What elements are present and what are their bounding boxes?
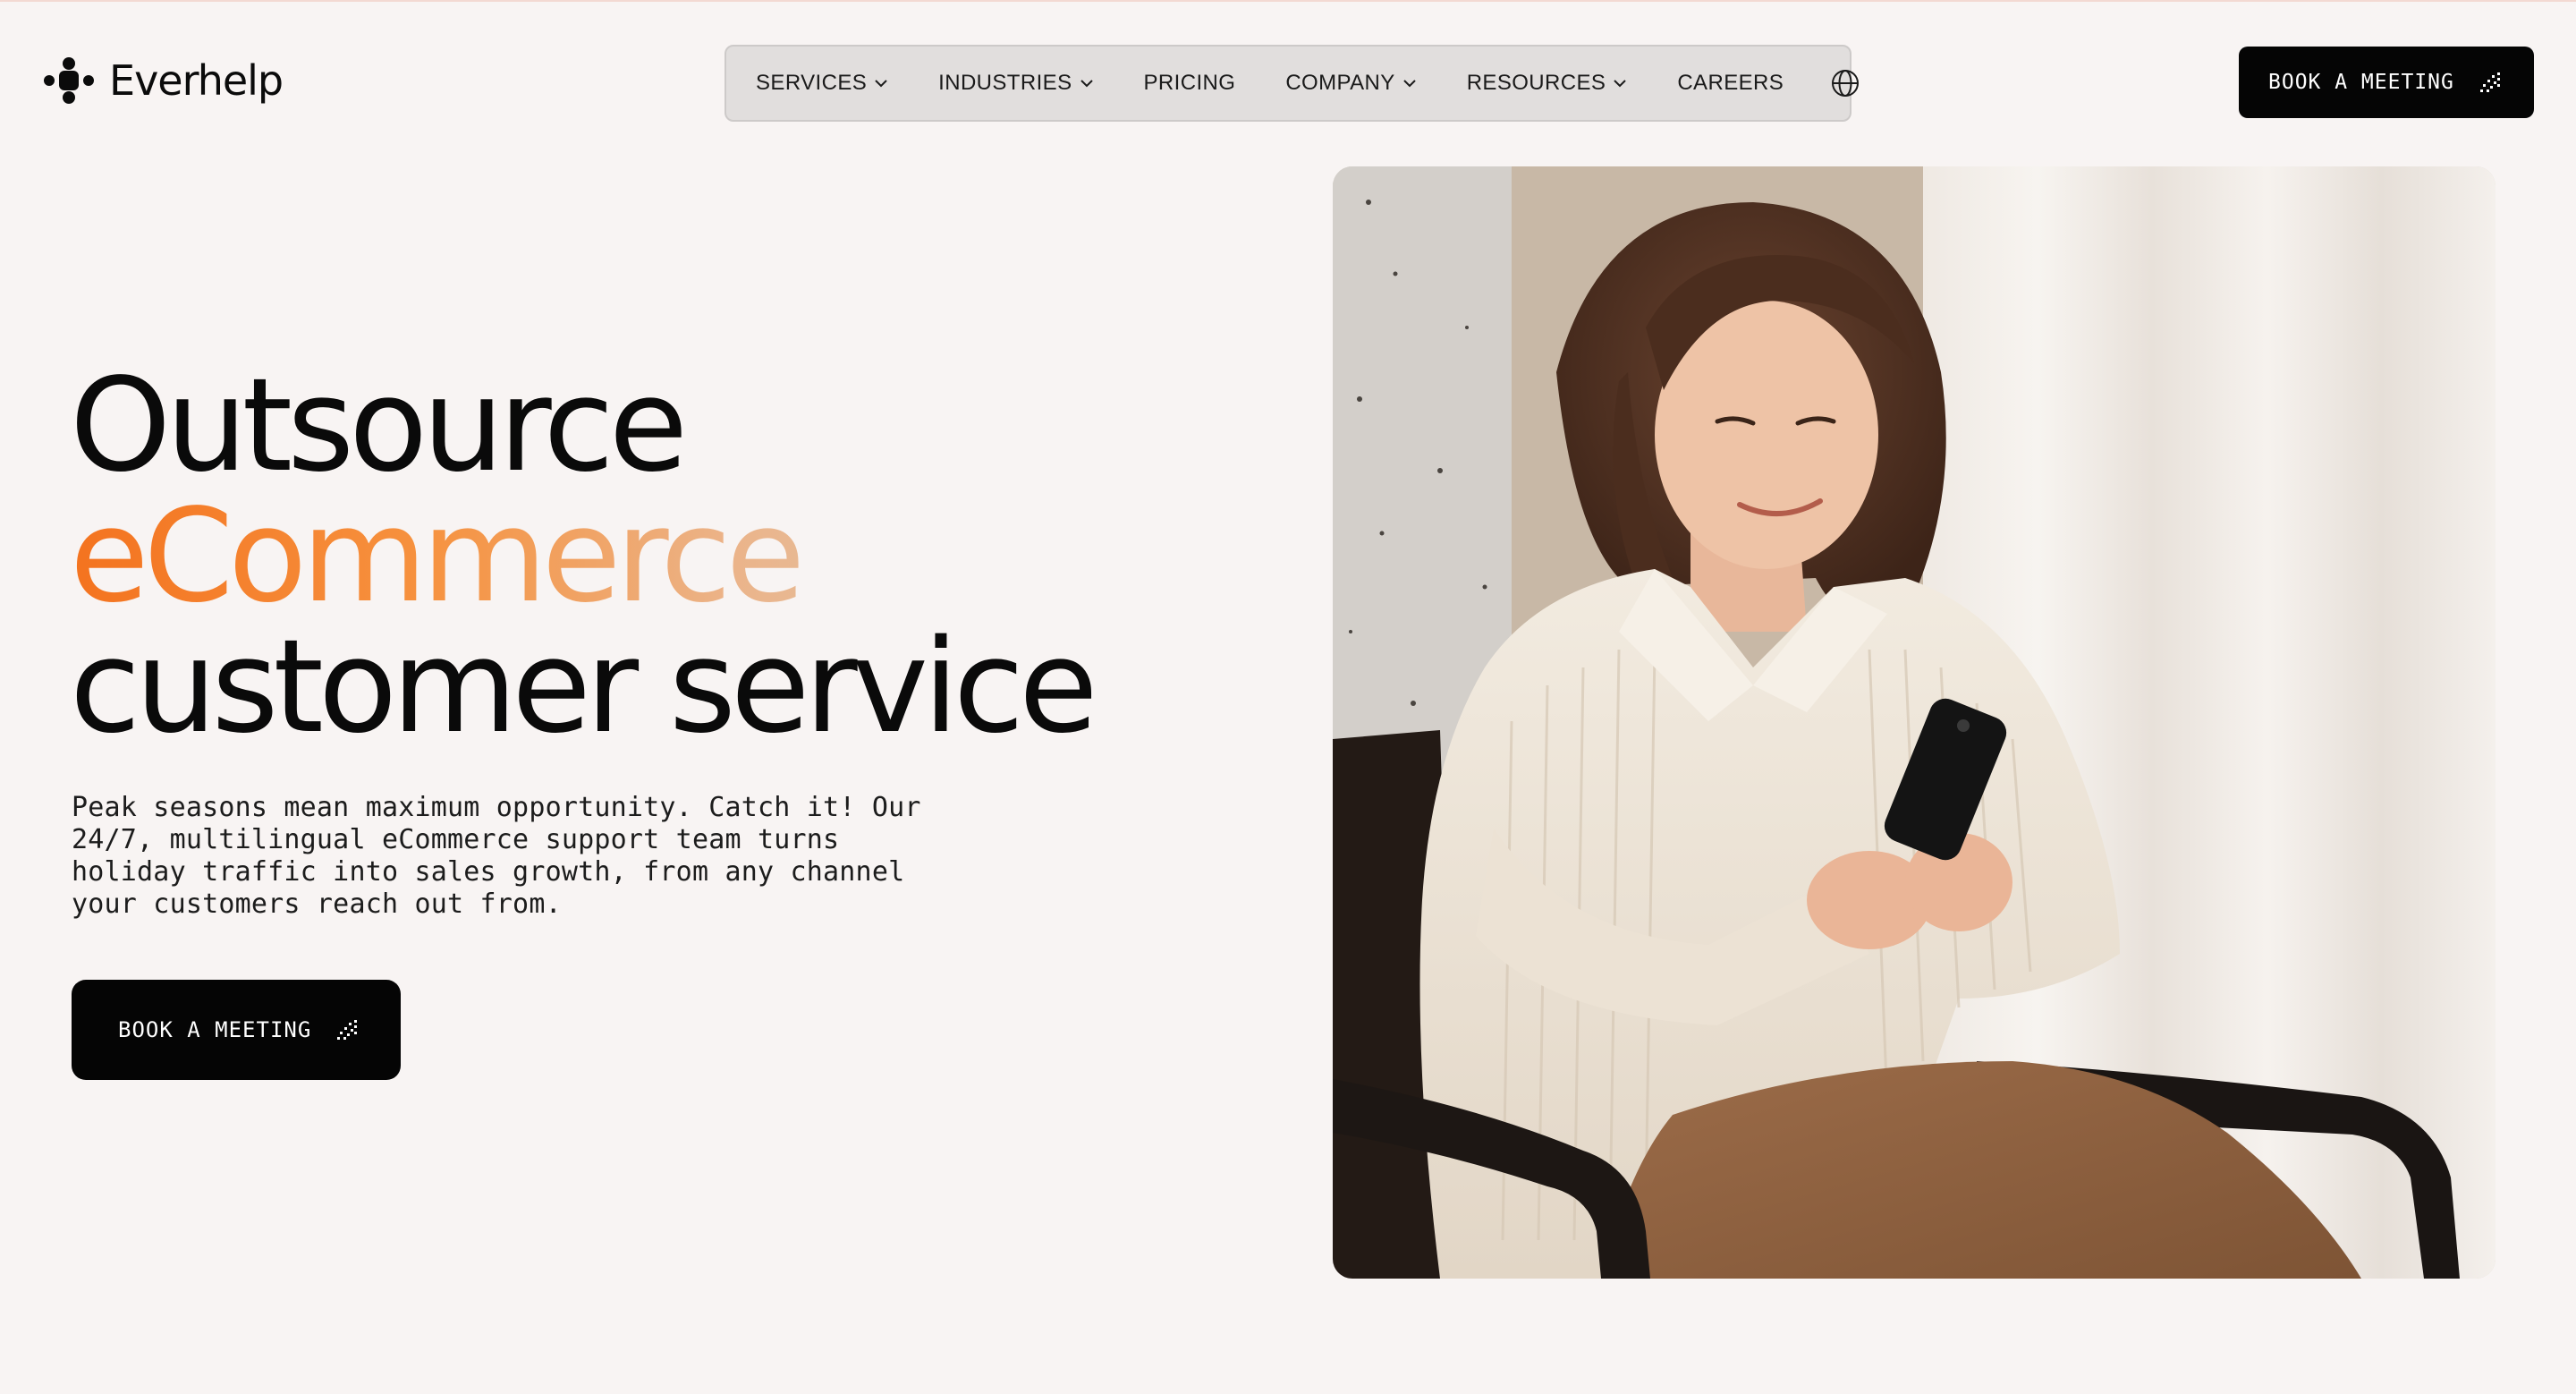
subcopy-line: your customers reach out from. [72,888,562,920]
nav-item-services[interactable]: SERVICES [756,71,888,96]
main-nav: SERVICES INDUSTRIES PRICING COMPANY RESO… [724,45,1860,122]
chevron-down-icon [875,80,887,88]
nav-item-label: CAREERS [1677,71,1784,95]
landing-page: Everhelp SERVICES INDUSTRIES PRICING COM… [0,0,2576,1394]
globe-icon [1832,70,1860,97]
brand-name: Everhelp [109,56,284,105]
nav-item-resources[interactable]: RESOURCES [1467,71,1628,96]
nav-item-label: SERVICES [756,71,868,95]
subcopy-line: holiday traffic into sales growth, from … [72,856,905,888]
subcopy-line: 24/7, multilingual eCommerce support tea… [72,824,840,855]
hero-photo [1333,166,2496,1279]
sparkle-icon [337,1020,358,1040]
nav-item-pricing[interactable]: PRICING [1144,71,1236,96]
book-meeting-label: BOOK A MEETING [2268,71,2454,94]
chevron-down-icon [1402,80,1416,88]
book-meeting-label: BOOK A MEETING [118,1017,312,1042]
logo-mark-icon [44,57,94,104]
brand-logo[interactable]: Everhelp [41,54,284,107]
nav-item-label: COMPANY [1285,71,1395,95]
book-meeting-button-header[interactable]: BOOK A MEETING [2239,47,2534,118]
chevron-down-icon [1080,80,1093,88]
headline-line-3: customer service [70,611,1098,761]
nav-item-careers[interactable]: CAREERS [1677,71,1784,96]
sparkle-icon [2479,72,2500,92]
woman-using-phone-photo [1333,166,2496,1279]
nav-item-industries[interactable]: INDUSTRIES [938,71,1093,96]
headline-accent: eCommerce [70,490,1093,621]
hero-subcopy: Peak seasons mean maximum opportunity. C… [72,792,930,921]
subcopy-line: Peak seasons mean maximum opportunity. C… [72,792,921,823]
nav-item-label: PRICING [1143,71,1236,95]
nav-item-label: INDUSTRIES [938,71,1072,95]
book-meeting-button-hero[interactable]: BOOK A MEETING [72,980,401,1080]
chevron-down-icon [1614,80,1627,88]
nav-item-label: RESOURCES [1466,71,1606,95]
nav-item-company[interactable]: COMPANY [1285,71,1416,96]
headline-line-1: Outsource [70,350,688,500]
hero-headline: Outsource eCommerce customer service [70,350,1098,761]
language-selector[interactable] [1830,67,1860,99]
